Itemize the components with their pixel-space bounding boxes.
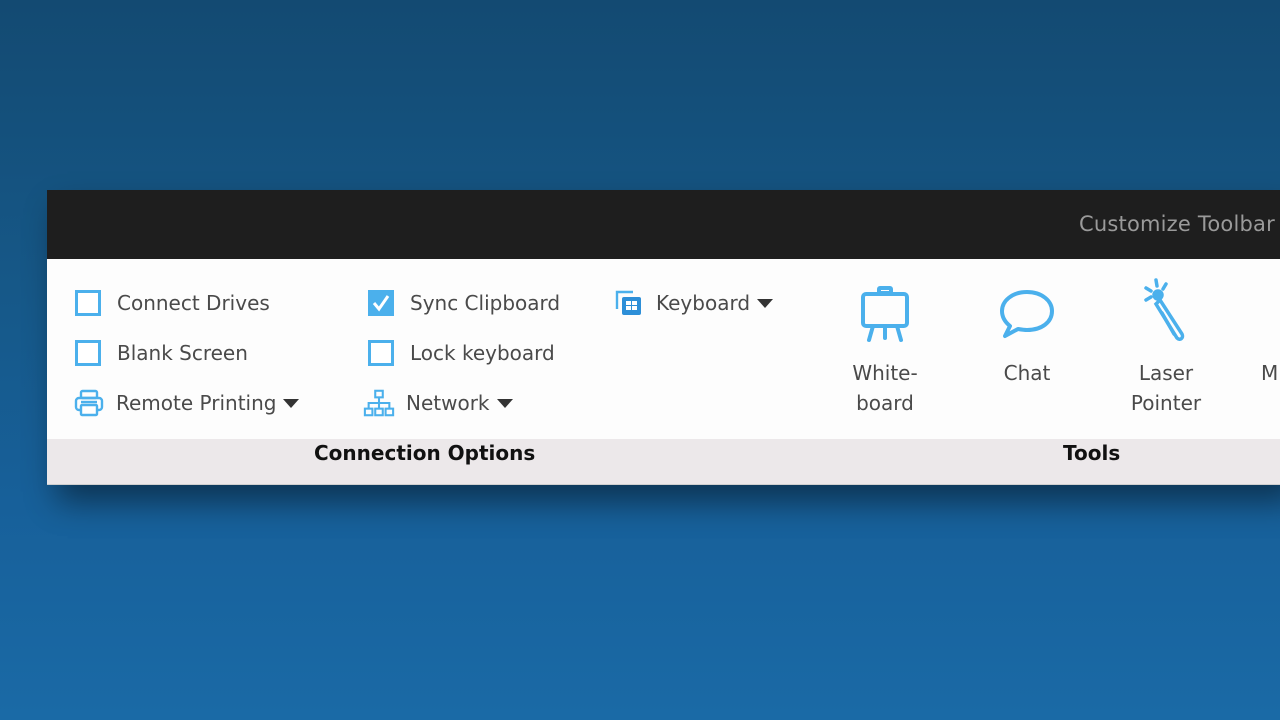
remote-toolbar-window: Customize Toolbar Connect Drives Blank S… xyxy=(47,190,1280,485)
chat-icon xyxy=(977,284,1077,358)
laser-label-line2: Pointer xyxy=(1130,391,1202,415)
whiteboard-icon xyxy=(835,284,935,358)
clipped-tool-icon-area xyxy=(1261,284,1280,358)
sync-clipboard-checkbox[interactable]: Sync Clipboard xyxy=(368,286,560,320)
tools-group-label: Tools xyxy=(1063,441,1121,465)
connection-options-group-label: Connection Options xyxy=(314,441,536,465)
checkbox-box[interactable] xyxy=(75,340,101,366)
chevron-down-icon xyxy=(283,398,300,408)
keyboard-label: Keyboard xyxy=(656,291,751,315)
remote-printing-dropdown[interactable]: Remote Printing xyxy=(73,386,300,420)
clipped-tool-label: M xyxy=(1261,361,1279,385)
tool-whiteboard[interactable]: White- board xyxy=(835,284,935,418)
whiteboard-label-line2: board xyxy=(856,391,914,415)
checkbox-box[interactable] xyxy=(368,340,394,366)
toolbar-titlebar: Customize Toolbar xyxy=(47,190,1280,259)
keyboard-dropdown[interactable]: Keyboard xyxy=(613,286,774,320)
whiteboard-label-line1: White- xyxy=(852,361,918,385)
network-icon xyxy=(363,387,395,419)
laser-label-line1: Laser xyxy=(1138,361,1194,385)
lock-keyboard-label: Lock keyboard xyxy=(410,341,555,365)
blank-screen-checkbox[interactable]: Blank Screen xyxy=(75,336,248,370)
checkbox-box-checked[interactable] xyxy=(368,290,394,316)
checkmark-icon xyxy=(372,295,390,312)
printer-icon xyxy=(73,387,105,419)
keyboard-windows-icon xyxy=(613,287,645,319)
tool-chat[interactable]: Chat xyxy=(977,284,1077,388)
remote-printing-label: Remote Printing xyxy=(116,391,277,415)
connect-drives-checkbox[interactable]: Connect Drives xyxy=(75,286,270,320)
checkbox-box[interactable] xyxy=(75,290,101,316)
chevron-down-icon xyxy=(496,398,513,408)
chevron-down-icon xyxy=(757,298,774,308)
tool-partial-clipped[interactable]: M xyxy=(1261,284,1280,388)
customize-toolbar-link[interactable]: Customize Toolbar xyxy=(1079,212,1275,236)
network-dropdown[interactable]: Network xyxy=(363,386,513,420)
sync-clipboard-label: Sync Clipboard xyxy=(410,291,561,315)
blank-screen-label: Blank Screen xyxy=(117,341,248,365)
connect-drives-label: Connect Drives xyxy=(117,291,270,315)
laser-pointer-icon xyxy=(1116,278,1216,358)
lock-keyboard-checkbox[interactable]: Lock keyboard xyxy=(368,336,555,370)
tool-laser-pointer[interactable]: Laser Pointer xyxy=(1116,278,1216,418)
chat-label: Chat xyxy=(1003,361,1051,385)
network-label: Network xyxy=(406,391,490,415)
